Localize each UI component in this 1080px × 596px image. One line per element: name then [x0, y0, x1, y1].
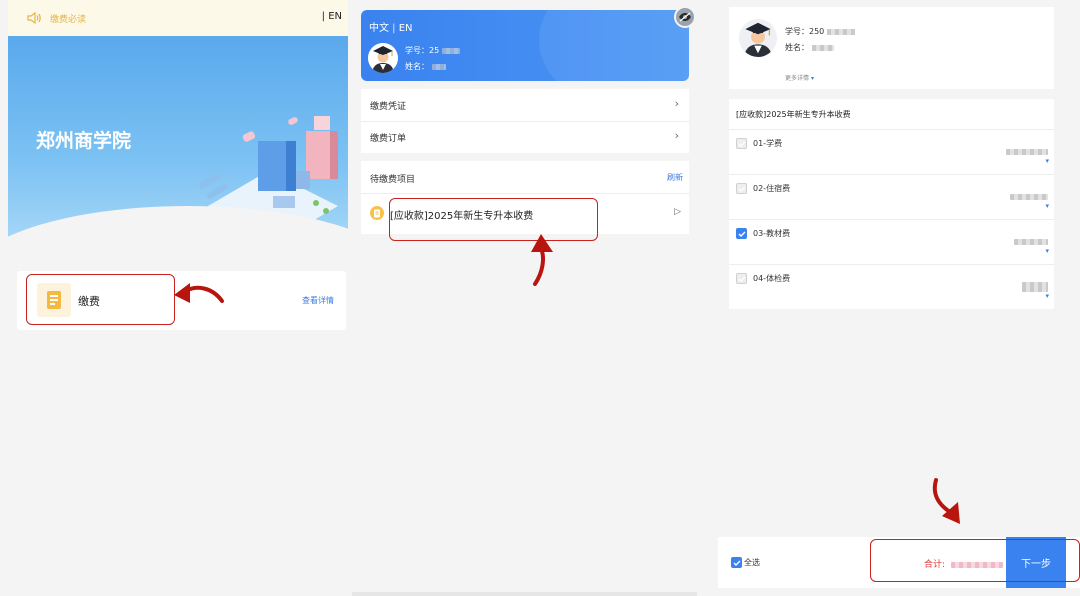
- bill-title: [应收款]2025年新生专升本收费: [736, 110, 851, 119]
- view-details-link[interactable]: 查看详情: [302, 295, 334, 306]
- student-header: 中文 | EN 学号：25 姓名：: [361, 10, 689, 81]
- avatar: [739, 19, 777, 57]
- menu-item-payment-voucher[interactable]: 缴费凭证 ›: [361, 89, 689, 121]
- select-all-label[interactable]: 全选: [744, 557, 760, 568]
- language-switch[interactable]: | EN: [322, 11, 342, 22]
- highlight-box-checkout: [870, 539, 1080, 582]
- redacted-text: [442, 47, 461, 54]
- fee-name: 02-住宿费: [753, 184, 791, 193]
- caret-down-icon: ▾: [810, 75, 814, 82]
- school-banner: 郑州商学院: [8, 36, 348, 246]
- speaker-icon: [27, 11, 41, 25]
- menu-item-label: 缴费凭证: [370, 102, 407, 112]
- fee-checkbox[interactable]: [736, 138, 747, 149]
- fee-amount-redacted: [1007, 186, 1048, 205]
- fee-name: 04-体检费: [753, 274, 791, 283]
- student-name: 姓名：: [785, 42, 834, 53]
- avatar: [368, 43, 398, 73]
- payment-home-screen: 中文 | EN 学号：25 姓名： 缴费凭证 › 缴费订单 › 待缴费项目 刷新: [352, 0, 697, 596]
- fee-amount-redacted: [1011, 231, 1048, 250]
- play-arrow-icon: ▷: [674, 207, 681, 217]
- notice-bar[interactable]: 缴费必读 | EN: [8, 0, 348, 36]
- student-profile-card: 学号：250 姓名： 更多详情 ▾: [729, 7, 1054, 89]
- menu-item-payment-orders[interactable]: 缴费订单 ›: [361, 121, 689, 153]
- fee-row[interactable]: 01-学费 ▾: [729, 129, 1054, 174]
- fee-row[interactable]: 02-住宿费 ▾: [729, 174, 1054, 219]
- name-label: 姓名：: [405, 62, 429, 71]
- student-no-label: 学号：: [405, 46, 429, 55]
- fee-row[interactable]: 04-体检费 ▾: [729, 264, 1054, 309]
- name-label: 姓名：: [785, 43, 809, 52]
- chevron-right-icon: ›: [674, 129, 679, 142]
- fee-name: 01-学费: [753, 139, 783, 148]
- caret-down-icon[interactable]: ▾: [1045, 202, 1049, 210]
- lang-en[interactable]: EN: [399, 23, 413, 34]
- language-switch[interactable]: 中文 | EN: [369, 19, 413, 34]
- notice-text: 缴费必读: [50, 14, 87, 25]
- highlight-box-pending-item: [389, 198, 598, 241]
- pending-title: 待缴费项目: [370, 175, 416, 185]
- arrow-annotation-icon: [531, 234, 553, 286]
- more-details-label: 更多详情: [785, 75, 810, 82]
- fee-name: 03-教材费: [753, 229, 791, 238]
- redacted-text: [827, 28, 856, 35]
- header-decoration: [539, 10, 689, 81]
- lang-separator: |: [389, 23, 399, 34]
- refresh-link[interactable]: 刷新: [667, 172, 683, 183]
- caret-down-icon[interactable]: ▾: [1045, 157, 1049, 165]
- chevron-right-icon: ›: [674, 97, 679, 110]
- student-number: 学号：250: [785, 26, 856, 37]
- redacted-text: [812, 44, 834, 51]
- home-screen: 缴费必读 | EN 郑州商学院 缴费 查看详情: [0, 0, 352, 596]
- bill-items-card: [应收款]2025年新生专升本收费 01-学费 ▾ 02-住宿费 ▾ 03-教材…: [729, 99, 1054, 309]
- student-no-value: 250: [809, 27, 825, 36]
- student-no-value: 25: [429, 46, 440, 55]
- fee-checkbox[interactable]: [736, 183, 747, 194]
- hide-info-icon[interactable]: [674, 6, 696, 28]
- more-details-link[interactable]: 更多详情 ▾: [785, 73, 814, 82]
- student-number: 学号：25: [405, 45, 461, 56]
- fee-amount-redacted: [1019, 276, 1048, 295]
- school-name: 郑州商学院: [36, 130, 132, 152]
- fee-checkbox[interactable]: [736, 273, 747, 284]
- select-all-checkbox[interactable]: [731, 557, 742, 568]
- student-no-label: 学号：: [785, 27, 809, 36]
- bill-icon: [370, 206, 384, 220]
- fee-amount-redacted: [1003, 141, 1048, 160]
- arrow-annotation-icon: [932, 478, 960, 524]
- bottom-bar: [352, 592, 697, 596]
- caret-down-icon[interactable]: ▾: [1045, 247, 1049, 255]
- student-name: 姓名：: [405, 61, 446, 72]
- fee-checkbox-checked[interactable]: [736, 228, 747, 239]
- redacted-text: [432, 63, 446, 70]
- lang-zh[interactable]: 中文: [369, 23, 389, 34]
- bill-detail-screen: 学号：250 姓名： 更多详情 ▾ [应收款]2025年新生专升本收费 01-学…: [712, 0, 1080, 596]
- menu-list: 缴费凭证 › 缴费订单 ›: [361, 89, 689, 153]
- fee-row[interactable]: 03-教材费 ▾: [729, 219, 1054, 264]
- menu-item-label: 缴费订单: [370, 134, 407, 144]
- caret-down-icon[interactable]: ▾: [1045, 292, 1049, 300]
- highlight-box-payment: [26, 274, 175, 325]
- arrow-annotation-icon: [174, 283, 224, 303]
